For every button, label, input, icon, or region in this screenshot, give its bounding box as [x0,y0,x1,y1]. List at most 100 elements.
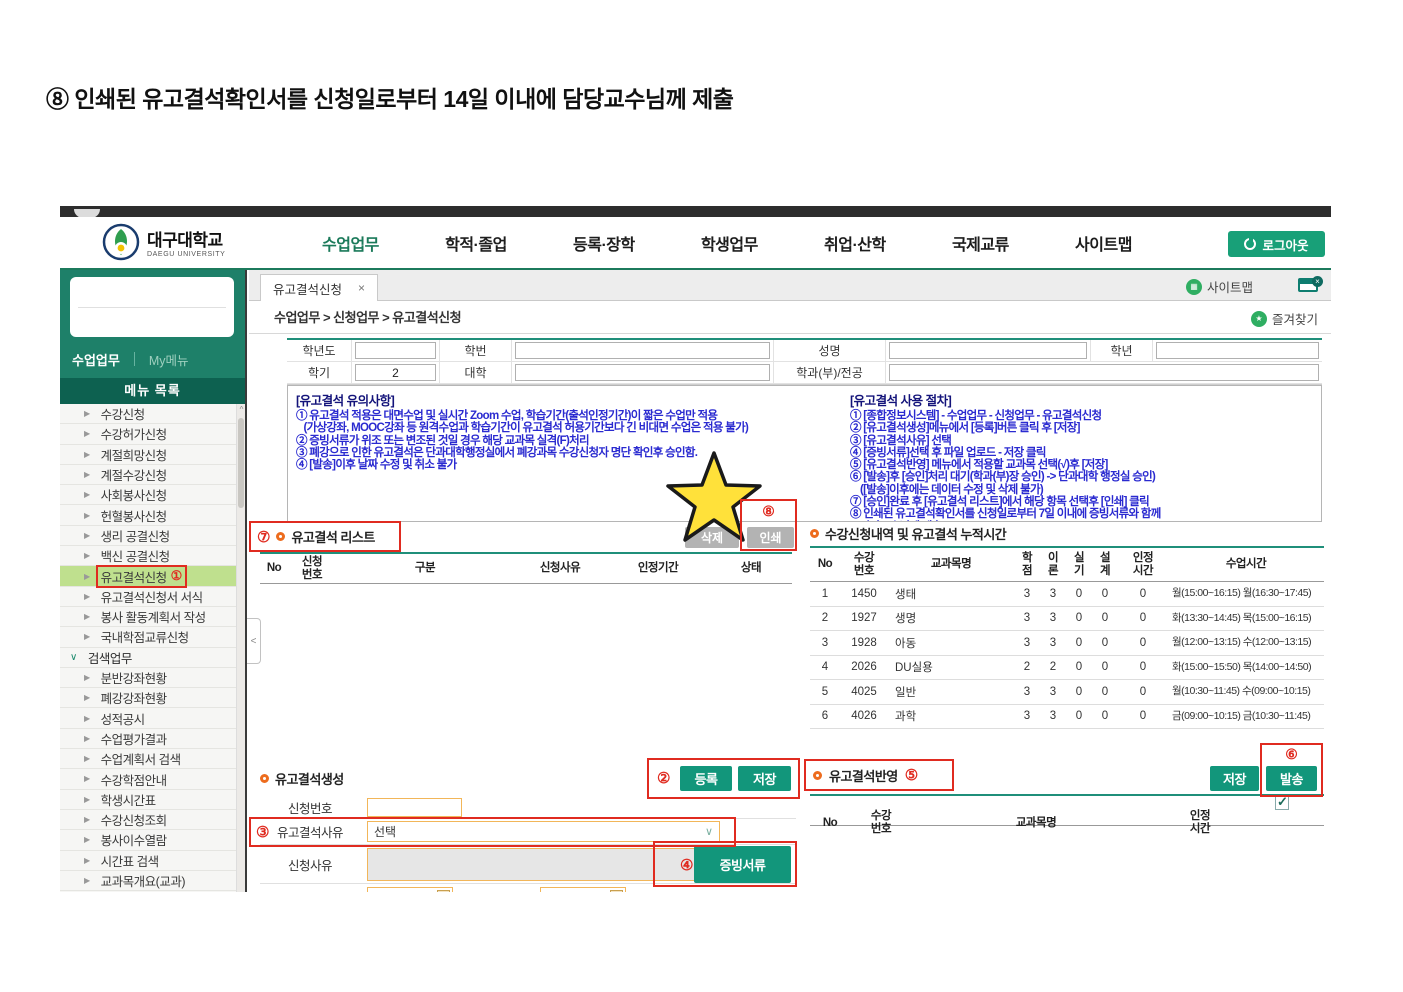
column-header: 신청사유 [514,562,606,575]
cell-no: 5 [810,686,840,698]
table-row[interactable]: 1 1450 생태 3 3 0 0 0 월(15:00~16:15) 월(16:… [810,582,1324,607]
cell-no: 1 [810,588,840,600]
sidebar-menu-item[interactable]: 수강학점안내 [60,769,236,789]
sitemap-link[interactable]: ▦ 사이트맵 [1186,277,1253,296]
cell-design: 0 [1092,710,1118,722]
column-header: 수업시간 [1168,558,1324,571]
column-header: No [260,562,288,575]
sidebar-menu-item[interactable]: 봉사 활동계획서 작성 [60,607,236,627]
period-from-input[interactable] [367,887,453,892]
year-input[interactable] [355,342,436,359]
select-all-checkbox[interactable] [1275,796,1289,810]
cell-practice: 0 [1066,661,1092,673]
name-input[interactable] [889,342,1087,359]
sidebar-tab-primary[interactable]: 수업업무 [72,350,120,369]
menu-item-label: 취업정보조회 [101,891,167,892]
close-icon[interactable]: × [358,281,365,295]
sidebar-menu-item[interactable]: 유고결석신청서 서식 [60,587,236,607]
user-info-box [70,277,234,337]
sidebar-menu-list: ^ 수강신청 수강허가신청 [60,404,245,892]
nav-item[interactable]: 취업·산학 [824,231,886,255]
cell-design: 0 [1092,612,1118,624]
menu-item-label: 교과목개요(교과) [101,871,185,890]
column-header: 구분 [336,562,514,575]
cell-course-name: 생명 [888,610,1014,626]
menu-list-header: 메뉴 목록 [60,378,245,404]
apply-table: No수강 번호교과목명인정 시간 [810,794,1324,826]
sidebar-menu-item[interactable]: 유고결석신청 ① [60,566,236,586]
menu-arrow-icon [84,470,90,479]
sidebar-menu-item[interactable]: 국내학점교류신청 [60,627,236,647]
sidebar-menu-item[interactable]: 계절수강신청 [60,465,236,485]
column-header: 설 계 [1092,552,1118,578]
sidebar-menu-item[interactable]: 생리 공결신청 [60,526,236,546]
cell-course-name: 과학 [888,708,1014,724]
sidebar-menu-item[interactable]: 봉사이수열람 [60,830,236,850]
nav-item[interactable]: 수업업무 [322,231,379,255]
column-header: 인정 시간 [1160,810,1240,836]
cell-credit: 3 [1014,637,1040,649]
sidebar-menu-item[interactable]: 시간표 검색 [60,851,236,871]
sidebar-menu-item[interactable]: 계절희망신청 [60,445,236,465]
sidebar-menu-item[interactable]: 수업평가결과 [60,729,236,749]
period-to-input[interactable] [540,887,626,892]
sidebar-menu-item[interactable]: 성적공시 [60,708,236,728]
major-input[interactable] [889,364,1319,381]
annotation-box-6: ⑥ [1260,743,1323,797]
cell-recognized-hours: 0 [1118,686,1168,698]
menu-item-label: 수강신청 [101,404,145,423]
recognition-period-label: 인정기간 [260,888,360,893]
student-id-input[interactable] [515,342,770,359]
sidebar-collapse-handle[interactable]: < [247,618,261,664]
college-input[interactable] [515,364,770,381]
sidebar-scrollbar[interactable]: ^ [236,404,245,892]
scroll-up-icon[interactable]: ^ [237,404,245,416]
table-row[interactable]: 2 1927 생명 3 3 0 0 0 화(13:30~14:45) 목(15:… [810,607,1324,632]
popup-window-icon[interactable] [1298,278,1318,292]
sidebar-menu-item[interactable]: 검색업무 [60,648,236,668]
scrollbar-thumb[interactable] [238,418,244,508]
grade-label: 학년 [1091,340,1153,362]
table-row[interactable]: 5 4025 일반 3 3 0 0 0 월(10:30~11:45) 수(09:… [810,680,1324,705]
tab-absence-application[interactable]: 유고결석신청 × [260,274,378,301]
nav-item[interactable]: 학적·졸업 [445,231,507,255]
sidebar: 수업업무 My메뉴 메뉴 목록 ^ 수강신청 [60,270,247,892]
favorites-link[interactable]: ★ 즐겨찾기 [1251,309,1318,328]
nav-item[interactable]: 등록·장학 [573,231,635,255]
application-number-input[interactable] [367,798,462,817]
nav-item[interactable]: 사이트맵 [1075,231,1132,255]
app-header: 대구대학교 DAEGU UNIVERSITY 수업업무 학적·졸업 등록·장학 … [60,217,1331,268]
logout-button[interactable]: 로그아웃 [1228,231,1325,257]
nav-item[interactable]: 국제교류 [952,231,1009,255]
sidebar-menu-item[interactable]: 수강허가신청 [60,424,236,444]
page-title: ⑧ 인쇄된 유고결석확인서를 신청일로부터 14일 이내에 담당교수님께 제출 [46,80,733,114]
sidebar-menu-item[interactable]: 교과목개요(교과) [60,871,236,891]
cell-course-code: 4025 [840,686,888,698]
semester-input[interactable]: 2 [355,364,436,381]
sidebar-menu-item[interactable]: 분반강좌현황 [60,668,236,688]
notice-line: (가상강좌, MOOC강좌 등 원격수업과 학습기간이 유고결석 허용기간보다 … [296,422,848,434]
menu-item-label: 검색업무 [88,648,132,667]
sidebar-menu-item[interactable]: 학생시간표 [60,790,236,810]
calendar-icon[interactable] [610,890,623,892]
university-logo[interactable]: 대구대학교 DAEGU UNIVERSITY [102,223,225,261]
notice-line: ⑥ [발송]후 [승인]처리 대기(학과(부)장 승인) -> 단과대학 행정실… [850,471,1318,483]
grade-input[interactable] [1156,342,1319,359]
menu-arrow-icon [84,450,90,459]
sidebar-menu-item[interactable]: 폐강강좌현황 [60,688,236,708]
table-row[interactable]: 3 1928 아동 3 3 0 0 0 월(12:00~13:15) 수(12:… [810,631,1324,656]
nav-item[interactable]: 학생업무 [701,231,758,255]
apply-save-button[interactable]: 저장 [1210,766,1259,791]
sidebar-menu-item[interactable]: 백신 공결신청 [60,546,236,566]
sidebar-tab-mymenu[interactable]: My메뉴 [149,350,189,369]
sidebar-menu-item[interactable]: 취업정보조회 [60,891,236,892]
table-row[interactable]: 4 2026 DU실용 2 2 0 0 0 화(15:00~15:50) 목(1… [810,656,1324,681]
sidebar-menu-item[interactable]: 수강신청 [60,404,236,424]
sidebar-menu-item[interactable]: 사회봉사신청 [60,485,236,505]
table-row[interactable]: 6 4026 과학 3 3 0 0 0 금(09:00~10:15) 금(10:… [810,705,1324,730]
sidebar-menu-item[interactable]: 수업계획서 검색 [60,749,236,769]
sidebar-menu-item[interactable]: 수강신청조회 [60,810,236,830]
sidebar-menu-item[interactable]: 헌혈봉사신청 [60,505,236,525]
create-section-title: 유고결석생성 [260,769,344,788]
calendar-icon[interactable] [437,890,450,892]
